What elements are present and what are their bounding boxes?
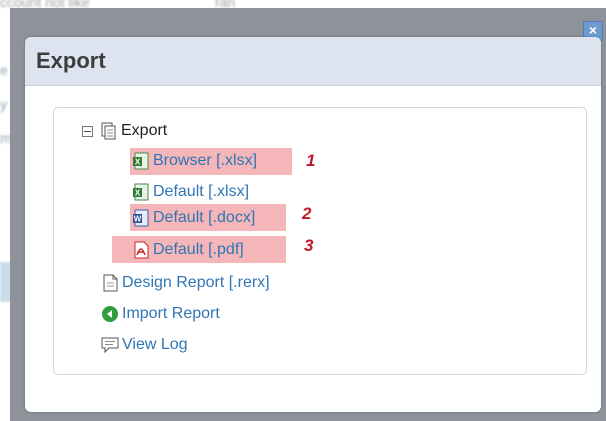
annotation-marker: 1 [306,151,316,170]
tree-item-default-pdf[interactable]: Default [.pdf] [132,238,244,262]
tree-item-browser-xlsx[interactable]: X Browser [.xlsx] [132,149,257,173]
import-report-link[interactable]: Import Report [101,302,220,326]
annotation-marker: 3 [304,236,314,255]
view-log-link[interactable]: View Log [101,333,188,357]
tree-root-export: Export [82,119,167,143]
design-report-link[interactable]: Design Report [.rerx] [101,271,270,295]
dialog-title: Export [36,48,106,73]
word-icon: W [133,209,149,227]
background-text: y [0,96,7,112]
tree-item-default-docx[interactable]: W Default [.docx] [132,206,255,230]
svg-text:X: X [135,189,141,198]
tree-root-label: Export [121,122,168,139]
tree-item-label[interactable]: Browser [.xlsx] [153,152,257,170]
tree-item-label[interactable]: Default [.pdf] [153,241,244,259]
document-icon [103,274,118,292]
excel-icon: X [133,152,149,170]
pdf-icon [134,241,149,259]
dialog-header: Export [25,37,601,86]
annotation-marker: 2 [302,204,312,223]
view-log-label[interactable]: View Log [122,336,188,354]
export-dialog: Export Export X Browser [.xlsx] 1 X Defa… [25,37,601,412]
svg-text:W: W [134,215,142,224]
export-tree: Export X Browser [.xlsx] 1 X Default [.x… [53,107,587,375]
import-report-label[interactable]: Import Report [122,305,220,323]
green-circle-arrow-icon [102,306,118,322]
tree-item-default-xlsx[interactable]: X Default [.xlsx] [132,180,249,204]
speech-bubble-icon [101,337,119,354]
excel-icon: X [133,183,149,201]
documents-icon [101,122,116,140]
tree-item-label[interactable]: Default [.docx] [153,209,255,227]
background-text: e [0,62,8,78]
svg-text:X: X [135,158,141,167]
close-icon: × [588,22,598,38]
collapse-toggle-icon[interactable] [82,125,93,137]
tree-item-label[interactable]: Default [.xlsx] [153,183,249,201]
design-report-label[interactable]: Design Report [.rerx] [122,274,270,292]
